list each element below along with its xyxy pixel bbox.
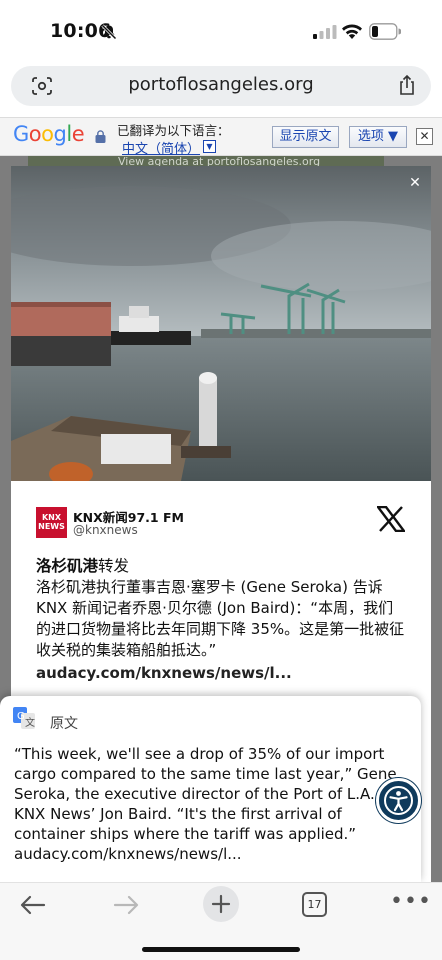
status-bar: 10:06 xyxy=(0,0,442,62)
post-body: 洛杉矶港执行董事吉恩·塞罗卡 (Gene Seroka) 告诉 KNX 新闻记者… xyxy=(36,578,405,659)
language-dropdown-icon[interactable]: ▼ xyxy=(203,140,216,153)
close-modal-icon[interactable]: ✕ xyxy=(408,176,422,190)
more-menu-icon[interactable]: ••• xyxy=(390,891,431,915)
account-handle[interactable]: @knxnews xyxy=(73,523,138,537)
accessibility-button[interactable] xyxy=(376,778,421,823)
translated-to-label: 已翻译为以下语言： xyxy=(117,123,230,138)
repost-source-name: 洛杉矶港 xyxy=(36,557,99,575)
share-icon[interactable] xyxy=(398,74,416,96)
options-button[interactable]: 选项 ▼ xyxy=(349,126,407,148)
battery-icon xyxy=(369,23,401,40)
wifi-icon xyxy=(342,24,362,39)
back-arrow-icon[interactable] xyxy=(20,895,46,915)
close-translate-bar-icon[interactable]: ✕ xyxy=(416,128,433,145)
original-text: “This week, we'll see a drop of 35% of o… xyxy=(14,745,413,863)
svg-text:G: G xyxy=(17,711,25,722)
address-bar[interactable]: portoflosangeles.org xyxy=(11,66,431,106)
new-tab-button[interactable] xyxy=(203,886,239,922)
original-text-popup: G 文 原文 “This week, we'll see a drop of 3… xyxy=(0,696,421,882)
lens-icon[interactable] xyxy=(31,76,53,96)
cellular-signal-icon xyxy=(313,25,337,39)
post-link[interactable]: audacy.com/knxnews/news/l... xyxy=(36,664,292,682)
lock-icon xyxy=(95,130,106,143)
svg-text:文: 文 xyxy=(25,716,35,729)
tab-switcher-button[interactable]: 17 xyxy=(302,892,327,917)
original-label: 原文 xyxy=(50,716,78,732)
show-original-button[interactable]: 显示原文 xyxy=(272,126,339,148)
knx-news-logo: KNX NEWS xyxy=(36,507,67,538)
x-logo-icon[interactable] xyxy=(377,506,405,532)
harbor-photo xyxy=(11,166,431,481)
forward-arrow-icon[interactable] xyxy=(113,895,139,915)
bell-slash-icon xyxy=(101,24,117,40)
home-indicator xyxy=(142,947,300,952)
repost-source: 洛杉矶港转发 xyxy=(36,554,129,576)
accessibility-icon xyxy=(384,786,413,815)
google-logo: Google xyxy=(13,122,85,146)
repost-label: 转发 xyxy=(98,557,130,575)
google-translate-bar: Google 已翻译为以下语言： 中文（简体） ▼ 显示原文 选项 ▼ ✕ xyxy=(0,117,442,157)
url-text[interactable]: portoflosangeles.org xyxy=(71,74,371,95)
google-translate-icon: G 文 xyxy=(13,707,35,729)
plus-icon xyxy=(211,894,231,914)
